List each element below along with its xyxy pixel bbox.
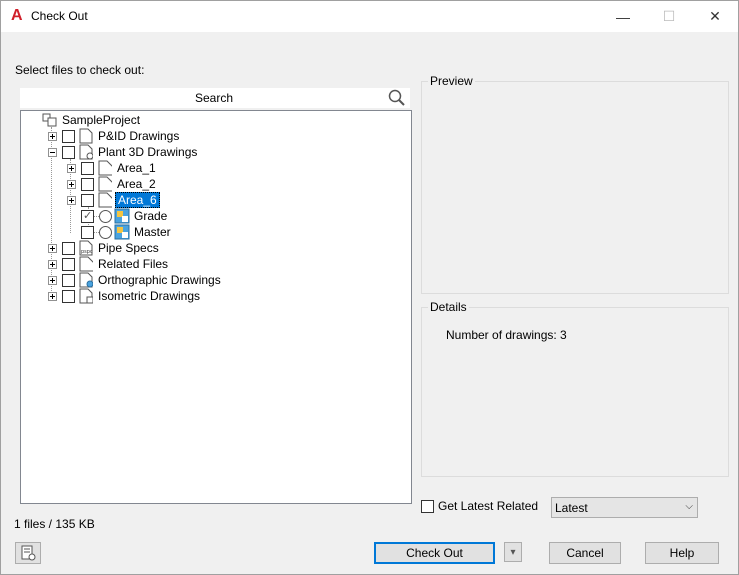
search-icon[interactable] <box>388 89 406 107</box>
cancel-button[interactable]: Cancel <box>549 542 621 564</box>
expand-toggle[interactable] <box>48 260 57 269</box>
log-button[interactable] <box>15 542 41 564</box>
get-latest-checkbox[interactable] <box>421 500 434 513</box>
minimize-button[interactable]: — <box>600 1 646 32</box>
log-icon <box>21 545 36 561</box>
radio-button[interactable] <box>99 226 112 239</box>
ortho-drawing-icon <box>79 272 93 288</box>
checkbox-checked[interactable] <box>81 209 94 223</box>
checkout-dialog: A Check Out — ☐ ✕ Select files to check … <box>0 0 739 575</box>
collapse-toggle[interactable] <box>48 148 57 157</box>
tree-item-iso[interactable]: Isometric Drawings <box>98 289 200 303</box>
checkbox[interactable] <box>62 130 75 143</box>
help-button[interactable]: Help <box>645 542 719 564</box>
expand-toggle[interactable] <box>48 132 57 141</box>
autocad-a-icon: A <box>11 7 23 24</box>
expand-toggle[interactable] <box>48 276 57 285</box>
checkbox[interactable] <box>62 146 75 159</box>
tree-item-related[interactable]: Related Files <box>98 257 168 271</box>
tree-item-plant3d[interactable]: Plant 3D Drawings <box>98 145 197 159</box>
project-icon <box>42 113 57 127</box>
search-label: Search <box>194 91 234 105</box>
chevron-down-icon: ⌵ <box>685 501 693 512</box>
close-button[interactable]: ✕ <box>692 1 738 32</box>
tree-item-pid[interactable]: P&ID Drawings <box>98 129 179 143</box>
checkbox[interactable] <box>81 226 94 239</box>
tree-item-root[interactable]: SampleProject <box>62 113 140 127</box>
checkbox[interactable] <box>81 162 94 175</box>
status-text: 1 files / 135 KB <box>14 517 95 531</box>
svg-text:pspc: pspc <box>81 249 93 255</box>
drawing-folder-icon <box>79 144 93 160</box>
expand-toggle[interactable] <box>67 164 76 173</box>
expand-toggle[interactable] <box>67 196 76 205</box>
folder-doc-icon <box>79 256 93 272</box>
title-bar: A Check Out — ☐ ✕ <box>1 1 738 32</box>
radio-button[interactable] <box>99 210 112 223</box>
checkbox[interactable] <box>62 274 75 287</box>
pipespec-icon: pspc <box>79 240 93 256</box>
tree-item-grade[interactable]: Grade <box>134 209 167 223</box>
tree-item-area1[interactable]: Area_1 <box>117 161 156 175</box>
preview-title: Preview <box>428 74 475 88</box>
dropdown-value: Latest <box>555 501 588 515</box>
iso-drawing-icon <box>79 288 93 304</box>
check-out-options-button[interactable]: ▾ <box>504 542 522 562</box>
preview-group: Preview <box>421 74 729 294</box>
checkbox[interactable] <box>81 178 94 191</box>
expand-toggle[interactable] <box>48 292 57 301</box>
expand-toggle[interactable] <box>48 244 57 253</box>
folder-doc-icon <box>98 192 112 208</box>
folder-doc-icon <box>98 160 112 176</box>
checkbox[interactable] <box>62 258 75 271</box>
details-title: Details <box>428 300 469 314</box>
document-icon <box>79 128 93 144</box>
check-out-button[interactable]: Check Out <box>374 542 495 564</box>
checkbox[interactable] <box>62 290 75 303</box>
checkbox[interactable] <box>81 194 94 207</box>
project-tree[interactable]: SampleProject P&ID Drawings Plant 3D Dra… <box>20 110 412 504</box>
expand-toggle[interactable] <box>67 180 76 189</box>
details-group: Details Number of drawings: 3 <box>421 300 729 477</box>
drawing-file-icon <box>114 224 130 240</box>
tree-item-pipespecs[interactable]: Pipe Specs <box>98 241 159 255</box>
window-title: Check Out <box>31 9 88 23</box>
tree-item-master[interactable]: Master <box>134 225 171 239</box>
tree-item-area2[interactable]: Area_2 <box>117 177 156 191</box>
tree-item-area6[interactable]: Area_6 <box>115 192 160 208</box>
search-box[interactable]: Search <box>20 88 410 108</box>
tree-item-ortho[interactable]: Orthographic Drawings <box>98 273 221 287</box>
drawing-count: Number of drawings: 3 <box>446 328 567 342</box>
drawing-file-icon <box>114 208 130 224</box>
select-files-label: Select files to check out: <box>15 63 145 77</box>
checkbox[interactable] <box>62 242 75 255</box>
get-latest-label: Get Latest Related <box>438 499 539 513</box>
folder-doc-icon <box>98 176 112 192</box>
version-dropdown[interactable]: Latest ⌵ <box>551 497 698 518</box>
maximize-button: ☐ <box>662 8 676 24</box>
